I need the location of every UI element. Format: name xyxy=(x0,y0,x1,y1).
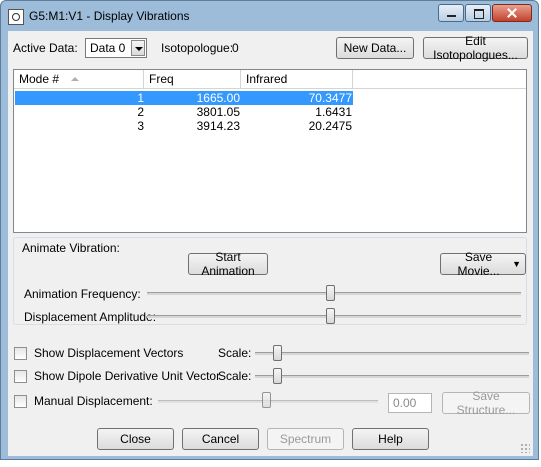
column-label: Infrared xyxy=(246,72,288,86)
title-bar[interactable]: G5:M1:V1 - Display Vibrations xyxy=(1,1,538,31)
isotopologue-label: Isotopologue: xyxy=(161,41,234,55)
displacement-amplitude-label: Displacement Amplitude: xyxy=(24,310,157,324)
help-button[interactable]: Help xyxy=(352,428,429,450)
vibrations-table[interactable]: Mode # Freq Infrared 1 1665.00 70.3477 2… xyxy=(13,69,527,233)
displacement-amplitude-thumb[interactable] xyxy=(326,308,336,324)
mode-cell: 2 xyxy=(137,105,144,119)
infrared-cell: 1.6431 xyxy=(315,105,352,119)
show-dipole-vector-checkbox[interactable] xyxy=(14,370,27,383)
manual-displacement-thumb[interactable] xyxy=(262,392,271,408)
dipole-scale-label: Scale: xyxy=(218,369,252,383)
freq-cell: 3801.05 xyxy=(196,105,240,119)
dipole-scale-slider[interactable] xyxy=(255,375,529,378)
manual-displacement-checkbox[interactable] xyxy=(14,395,27,408)
start-animation-button[interactable]: Start Animation xyxy=(188,250,268,278)
column-header-infrared[interactable]: Infrared xyxy=(241,70,353,89)
infrared-cell: 20.2475 xyxy=(308,119,352,133)
sort-ascending-icon xyxy=(71,77,79,81)
display-vibrations-window: G5:M1:V1 - Display Vibrations Active Dat… xyxy=(0,0,539,460)
freq-cell: 1665.00 xyxy=(196,91,240,105)
app-icon xyxy=(8,9,24,25)
show-displacement-vectors-checkbox[interactable] xyxy=(14,347,27,360)
manual-displacement-label: Manual Displacement: xyxy=(34,394,153,408)
isotopologue-value: 0 xyxy=(232,41,239,55)
dialog-body: Active Data: Data 0 Isotopologue: 0 New … xyxy=(8,31,533,456)
animate-vibration-label: Animate Vibration: xyxy=(22,241,120,255)
save-structure-button[interactable]: Save Structure... xyxy=(442,389,530,417)
show-displacement-vectors-label: Show Displacement Vectors xyxy=(34,346,184,360)
window-title: G5:M1:V1 - Display Vibrations xyxy=(29,9,190,23)
save-movie-label: Save Movie... xyxy=(457,250,500,278)
column-header-mode[interactable]: Mode # xyxy=(14,70,144,89)
window-controls xyxy=(437,4,532,22)
resize-grip-icon[interactable] xyxy=(520,443,530,453)
displacement-scale-label: Scale: xyxy=(218,346,252,360)
edit-isotopologues-button[interactable]: Edit Isotopologues... xyxy=(423,34,528,62)
chevron-down-icon[interactable] xyxy=(131,40,145,56)
active-data-label: Active Data: xyxy=(13,41,78,55)
column-label: Mode # xyxy=(19,72,60,86)
mode-cell: 1 xyxy=(137,91,144,105)
show-dipole-vector-label: Show Dipole Derivative Unit Vector xyxy=(34,369,221,383)
table-header: Mode # Freq Infrared xyxy=(14,70,526,90)
infrared-cell: 70.3477 xyxy=(308,91,352,105)
column-label: Freq xyxy=(149,72,174,86)
manual-displacement-input[interactable]: 0.00 xyxy=(388,393,432,413)
table-row[interactable]: 3 3914.23 20.2475 xyxy=(15,119,353,133)
animation-frequency-thumb[interactable] xyxy=(326,285,336,301)
active-data-value: Data 0 xyxy=(90,41,126,55)
close-window-icon[interactable] xyxy=(492,4,532,22)
dropdown-arrow-icon: ▼ xyxy=(512,259,521,269)
displacement-scale-slider[interactable] xyxy=(255,352,529,355)
maximize-icon[interactable] xyxy=(465,4,491,22)
spectrum-button[interactable]: Spectrum xyxy=(267,428,344,450)
active-data-select[interactable]: Data 0 xyxy=(85,38,147,58)
animation-frequency-label: Animation Frequency: xyxy=(24,287,141,301)
cancel-button[interactable]: Cancel xyxy=(182,428,259,450)
dipole-scale-thumb[interactable] xyxy=(272,368,282,384)
close-button[interactable]: Close xyxy=(97,428,174,450)
animate-vibration-group: Animate Vibration: Start Animation Save … xyxy=(13,237,527,325)
save-movie-button[interactable]: Save Movie... ▼ xyxy=(440,250,526,278)
mode-cell: 3 xyxy=(137,119,144,133)
column-header-freq[interactable]: Freq xyxy=(144,70,241,89)
displacement-scale-thumb[interactable] xyxy=(272,345,282,361)
new-data-button[interactable]: New Data... xyxy=(336,37,414,59)
freq-cell: 3914.23 xyxy=(196,119,240,133)
table-row[interactable]: 2 3801.05 1.6431 xyxy=(15,105,353,119)
table-row[interactable]: 1 1665.00 70.3477 xyxy=(15,91,353,105)
minimize-icon[interactable] xyxy=(438,4,464,22)
column-header-filler xyxy=(353,70,526,89)
